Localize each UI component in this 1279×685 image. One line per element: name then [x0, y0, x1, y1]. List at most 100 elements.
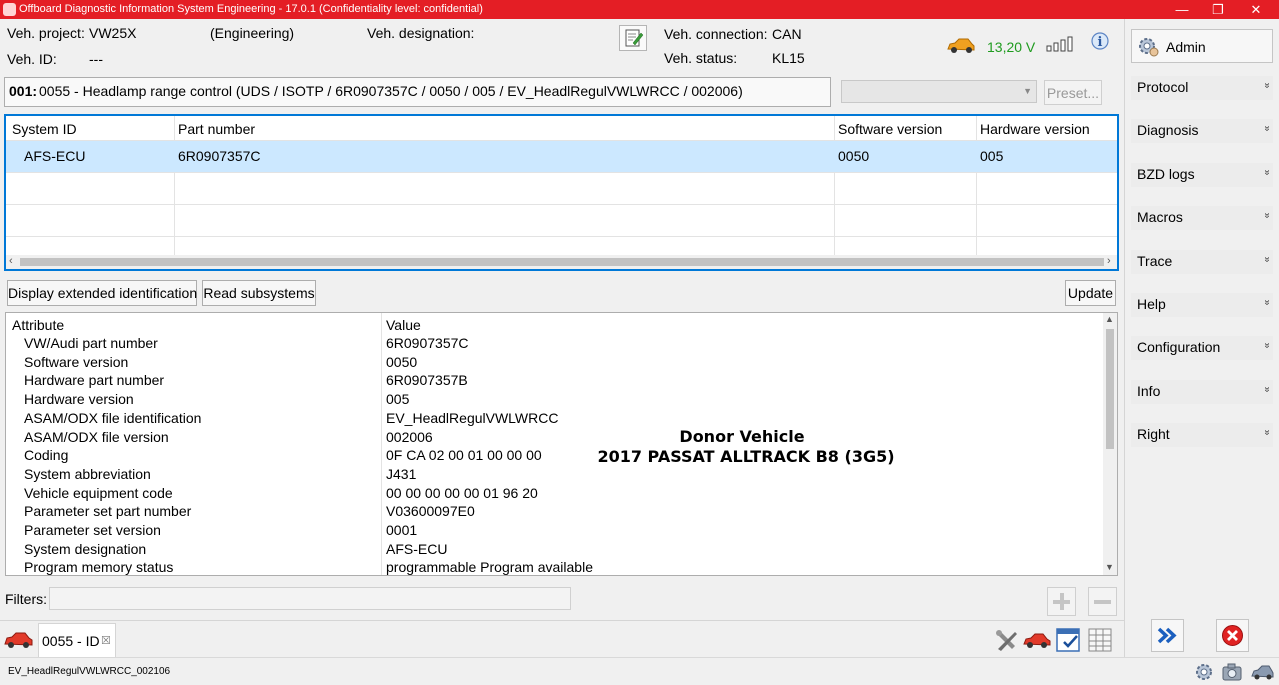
window-title: Offboard Diagnostic Information System E…: [19, 3, 483, 15]
menu-label: Diagnosis: [1137, 122, 1199, 139]
menu-label: BZD logs: [1137, 165, 1195, 182]
menu-label: Trace: [1137, 252, 1173, 269]
attribute-table: Attribute Value VW/Audi part number 6R090…: [5, 312, 1118, 576]
update-button[interactable]: Update: [1065, 280, 1116, 306]
close-window-button[interactable]: ✕: [1238, 0, 1274, 19]
tools-icon[interactable]: [992, 626, 1020, 654]
red-car-icon: [4, 632, 33, 648]
info-icon[interactable]: i: [1090, 31, 1110, 51]
tab-close-icon[interactable]: ☒: [101, 634, 111, 647]
notes-button[interactable]: [619, 25, 647, 51]
add-filter-button[interactable]: [1047, 587, 1076, 616]
screenshot-camera-icon[interactable]: [1221, 661, 1243, 683]
attribute-value: 6R0907357C: [386, 335, 469, 351]
scroll-right-icon[interactable]: ›: [1107, 255, 1111, 267]
vehicle-tab-button[interactable]: [2, 625, 36, 655]
menu-label: Macros: [1137, 209, 1183, 226]
vehicle-connect-icon[interactable]: [1022, 627, 1052, 653]
col-system-id[interactable]: System ID: [12, 121, 77, 137]
attribute-value: programmable Program available: [386, 559, 593, 576]
horizontal-scrollbar[interactable]: ‹ ›: [6, 255, 1117, 269]
minus-icon: [1094, 600, 1111, 604]
col-part-number[interactable]: Part number: [178, 121, 255, 137]
attribute-value: 6R0907357B: [386, 372, 468, 389]
gear-user-icon: [1139, 38, 1159, 57]
attribute-name: System designation: [24, 540, 147, 557]
col-software-version[interactable]: Software version: [838, 121, 942, 137]
minimize-button[interactable]: —: [1164, 0, 1200, 19]
veh-project-label: Veh. project:: [7, 25, 85, 41]
ecu-description: 0055 - Headlamp range control (UDS / ISO…: [39, 83, 743, 99]
menu-protocol[interactable]: Protocol »: [1131, 76, 1273, 100]
extended-identification-button[interactable]: Display extended identification: [7, 280, 197, 306]
scroll-up-icon[interactable]: ▲: [1105, 314, 1114, 324]
settings-gear-icon[interactable]: [1193, 661, 1215, 683]
row-software-version: 0050: [838, 148, 870, 164]
menu-right[interactable]: Right »: [1131, 423, 1273, 448]
menu-label: Protocol: [1137, 79, 1189, 95]
read-subsystems-button[interactable]: Read subsystems: [202, 280, 316, 306]
veh-designation-label: Veh. designation:: [367, 25, 475, 41]
ecu-address: 001:: [9, 83, 38, 99]
chevron-down-icon: »: [1261, 212, 1273, 219]
menu-configuration[interactable]: Configuration »: [1131, 336, 1273, 361]
preset-dropdown[interactable]: ▼: [841, 80, 1037, 103]
edit-notes-icon: [625, 29, 644, 47]
col-hardware-version[interactable]: Hardware version: [980, 121, 1090, 137]
forward-button[interactable]: [1151, 619, 1184, 652]
menu-label: Help: [1137, 296, 1166, 312]
attribute-value: 0050: [386, 353, 418, 370]
attribute-value: 00 00 00 00 00 01 96 20: [386, 484, 538, 501]
filters-input[interactable]: [49, 587, 571, 610]
battery-voltage: 13,20 V: [987, 39, 1036, 55]
right-panel: Admin Protocol» Diagnosis» BZD logs» Macros…: [1124, 19, 1279, 657]
grid-table-icon[interactable]: [1087, 626, 1115, 654]
maximize-button[interactable]: ❐: [1200, 0, 1236, 19]
chevron-down-icon: »: [1261, 169, 1273, 176]
watermark-line2: 2017 PASSAT ALLTRACK B8 (3G5): [597, 447, 895, 466]
title-bar: Offboard Diagnostic Information System E…: [0, 0, 1279, 19]
veh-status-value: KL15: [772, 50, 805, 66]
menu-macros[interactable]: Macros »: [1131, 206, 1273, 231]
attribute-name: Parameter set version: [24, 522, 161, 538]
mode-label: (Engineering): [210, 25, 295, 41]
preset-button[interactable]: Preset...: [1044, 80, 1102, 105]
menu-info[interactable]: Info »: [1131, 379, 1273, 404]
admin-button[interactable]: Admin: [1131, 29, 1273, 63]
vehicle-status-icon[interactable]: [1250, 661, 1274, 683]
admin-label: Admin: [1166, 39, 1206, 55]
vehicle-header: Veh. project: VW25X (Engineering) Veh. d…: [0, 19, 1124, 71]
menu-diagnosis[interactable]: Diagnosis »: [1131, 119, 1273, 144]
double-chevron-right-icon: [1157, 627, 1177, 644]
menu-bzd-logs[interactable]: BZD logs »: [1131, 162, 1273, 187]
veh-project-value: VW25X: [89, 25, 137, 41]
attribute-name: System abbreviation: [24, 465, 151, 482]
attribute-name: Vehicle equipment code: [24, 484, 173, 501]
scroll-thumb[interactable]: [1106, 329, 1114, 449]
chevron-down-icon: »: [1261, 299, 1273, 306]
attribute-name: Parameter set part number: [24, 503, 192, 520]
attribute-value: 0F CA 02 00 01 00 00 00: [386, 447, 542, 464]
menu-label: Right: [1137, 426, 1170, 443]
col-attribute[interactable]: Attribute: [12, 317, 64, 333]
chevron-down-icon: »: [1261, 82, 1273, 89]
menu-trace[interactable]: Trace »: [1131, 249, 1273, 274]
veh-connection-label: Veh. connection:: [664, 26, 768, 42]
app-icon: [3, 3, 16, 16]
scroll-left-icon[interactable]: ‹: [9, 255, 13, 267]
menu-help[interactable]: Help »: [1131, 293, 1273, 317]
vertical-scrollbar[interactable]: ▲ ▼: [1103, 313, 1117, 575]
table-row[interactable]: AFS-ECU 6R0907357C 0050 005: [6, 141, 1117, 172]
tab-0055-id[interactable]: 0055 - ID ☒: [38, 623, 116, 658]
checklist-icon[interactable]: [1055, 626, 1083, 654]
exit-button[interactable]: [1216, 619, 1249, 652]
scroll-down-icon[interactable]: ▼: [1105, 562, 1114, 572]
chevron-down-icon: »: [1261, 386, 1273, 393]
watermark-line1: Donor Vehicle: [679, 427, 805, 446]
scroll-thumb[interactable]: [20, 258, 1104, 266]
remove-filter-button[interactable]: [1088, 587, 1117, 616]
veh-connection-value: CAN: [772, 26, 802, 42]
col-value[interactable]: Value: [386, 317, 421, 333]
chevron-down-icon: »: [1261, 429, 1273, 436]
chevron-down-icon: ▼: [1023, 86, 1032, 96]
